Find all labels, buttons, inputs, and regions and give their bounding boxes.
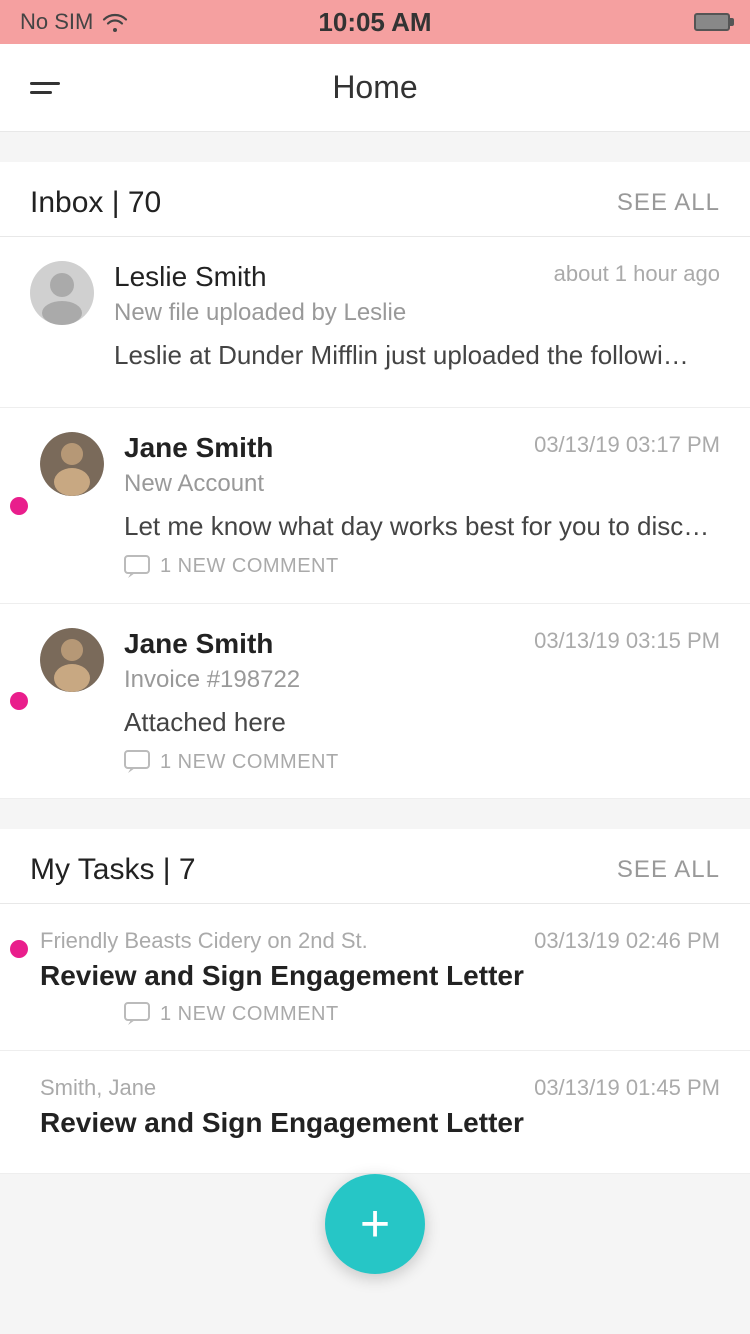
task-company-1: Smith, Jane bbox=[40, 1075, 156, 1101]
message-subject-1: New Account bbox=[124, 470, 720, 498]
task-time-0: 03/13/19 02:46 PM bbox=[534, 928, 720, 954]
sender-name-2: Jane Smith bbox=[124, 628, 273, 660]
comment-badge-1: 1 NEW COMMENT bbox=[124, 555, 720, 579]
tasks-see-all-button[interactable]: SEE ALL bbox=[617, 856, 720, 884]
task-time-1: 03/13/19 01:45 PM bbox=[534, 1075, 720, 1101]
task-company-row-1: Smith, Jane 03/13/19 01:45 PM bbox=[40, 1075, 720, 1101]
inbox-list: Leslie Smith about 1 hour ago New file u… bbox=[0, 236, 750, 799]
message-time-0: about 1 hour ago bbox=[554, 261, 720, 287]
inbox-item-0[interactable]: Leslie Smith about 1 hour ago New file u… bbox=[0, 237, 750, 408]
section-spacer-2 bbox=[0, 799, 750, 829]
inbox-section-header: Inbox | 70 SEE ALL bbox=[0, 162, 750, 236]
unread-dot-2 bbox=[10, 692, 28, 710]
tasks-section-title: My Tasks | 7 bbox=[30, 853, 196, 887]
wifi-icon bbox=[101, 12, 129, 32]
inbox-meta-2: Jane Smith 03/13/19 03:15 PM Invoice #19… bbox=[124, 628, 720, 694]
page-title: Home bbox=[332, 69, 417, 106]
tasks-section-header: My Tasks | 7 SEE ALL bbox=[0, 829, 750, 903]
tasks-list: Friendly Beasts Cidery on 2nd St. 03/13/… bbox=[0, 903, 750, 1174]
comment-icon-1 bbox=[124, 555, 152, 579]
message-subject-2: Invoice #198722 bbox=[124, 666, 720, 694]
battery-icon bbox=[694, 13, 730, 31]
task-comment-badge-0: 1 NEW COMMENT bbox=[124, 1002, 720, 1026]
inbox-meta-0: Leslie Smith about 1 hour ago New file u… bbox=[114, 261, 720, 327]
avatar-image-2 bbox=[40, 628, 104, 692]
app-header: Home bbox=[0, 44, 750, 132]
section-spacer-1 bbox=[0, 132, 750, 162]
task-comment-icon-0 bbox=[124, 1002, 152, 1026]
person-icon bbox=[30, 261, 94, 325]
status-bar-right bbox=[694, 13, 730, 31]
inbox-see-all-button[interactable]: SEE ALL bbox=[617, 189, 720, 217]
task-company-0: Friendly Beasts Cidery on 2nd St. bbox=[40, 928, 368, 954]
task-item-1[interactable]: Smith, Jane 03/13/19 01:45 PM Review and… bbox=[0, 1051, 750, 1174]
task-name-1: Review and Sign Engagement Letter bbox=[40, 1107, 720, 1139]
comment-icon-2 bbox=[124, 750, 152, 774]
hamburger-line-2 bbox=[30, 91, 52, 94]
message-preview-2: Attached here bbox=[124, 704, 720, 740]
avatar-image-1 bbox=[40, 432, 104, 496]
inbox-section-title: Inbox | 70 bbox=[30, 186, 161, 220]
inbox-item-2[interactable]: Jane Smith 03/13/19 03:15 PM Invoice #19… bbox=[0, 604, 750, 799]
message-preview-1: Let me know what day works best for you … bbox=[124, 508, 720, 544]
inbox-item-1[interactable]: Jane Smith 03/13/19 03:17 PM New Account… bbox=[0, 408, 750, 603]
avatar-leslie bbox=[30, 261, 94, 325]
comment-text-2: 1 NEW COMMENT bbox=[160, 751, 339, 774]
message-subject-0: New file uploaded by Leslie bbox=[114, 299, 720, 327]
status-bar-time: 10:05 AM bbox=[318, 7, 431, 38]
unread-dot-1 bbox=[10, 497, 28, 515]
task-company-row-0: Friendly Beasts Cidery on 2nd St. 03/13/… bbox=[40, 928, 720, 954]
task-item-0[interactable]: Friendly Beasts Cidery on 2nd St. 03/13/… bbox=[0, 904, 750, 1051]
message-time-1: 03/13/19 03:17 PM bbox=[534, 432, 720, 458]
fab-plus-icon: + bbox=[360, 1198, 390, 1250]
task-dot-0 bbox=[10, 940, 28, 958]
message-preview-0: Leslie at Dunder Mifflin just uploaded t… bbox=[114, 337, 720, 373]
menu-button[interactable] bbox=[30, 82, 60, 94]
avatar-jane-2 bbox=[40, 628, 104, 692]
avatar-jane-1 bbox=[40, 432, 104, 496]
inbox-meta-1: Jane Smith 03/13/19 03:17 PM New Account bbox=[124, 432, 720, 498]
comment-badge-2: 1 NEW COMMENT bbox=[124, 750, 720, 774]
task-name-0: Review and Sign Engagement Letter bbox=[40, 960, 720, 992]
carrier-text: No SIM bbox=[20, 9, 93, 35]
sender-name-0: Leslie Smith bbox=[114, 261, 267, 293]
status-bar: No SIM 10:05 AM bbox=[0, 0, 750, 44]
comment-text-1: 1 NEW COMMENT bbox=[160, 555, 339, 578]
fab-button[interactable]: + bbox=[325, 1174, 425, 1274]
status-bar-left: No SIM bbox=[20, 9, 129, 35]
sender-name-1: Jane Smith bbox=[124, 432, 273, 464]
message-time-2: 03/13/19 03:15 PM bbox=[534, 628, 720, 654]
hamburger-line-1 bbox=[30, 82, 60, 85]
task-comment-text-0: 1 NEW COMMENT bbox=[160, 1003, 339, 1026]
